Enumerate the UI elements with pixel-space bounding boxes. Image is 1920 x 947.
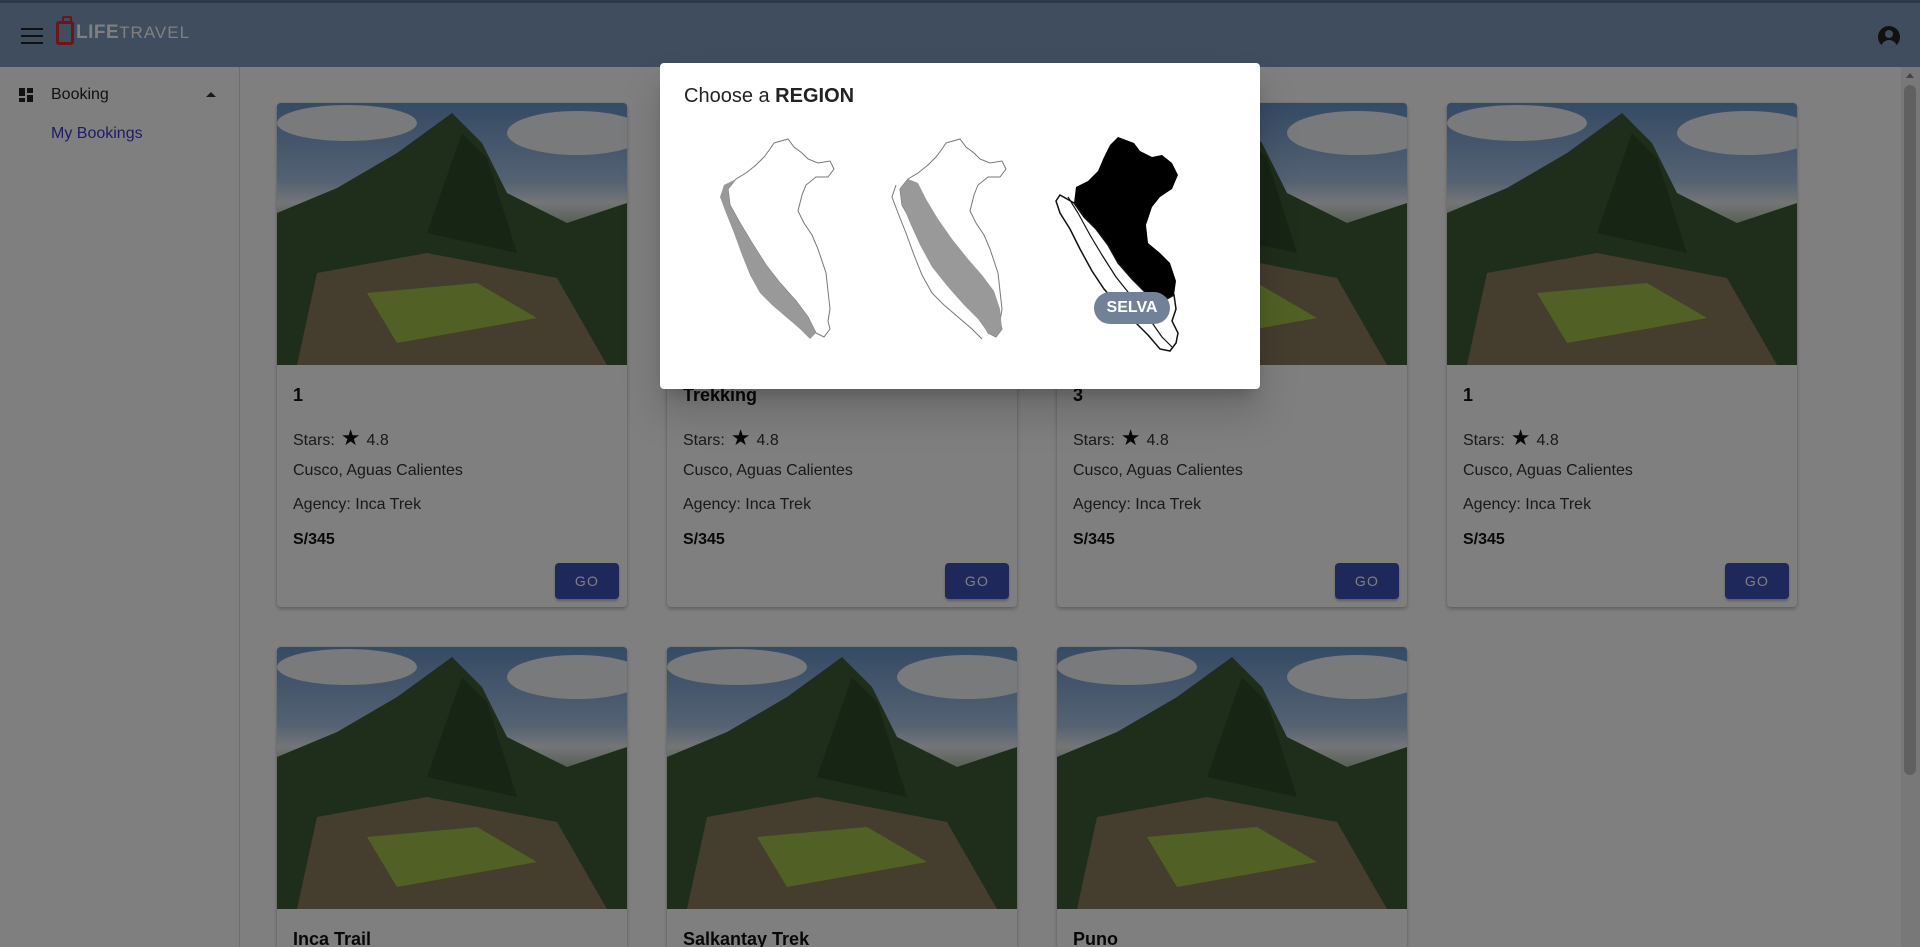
dialog-title-strong: REGION: [775, 85, 855, 107]
selva-region-label: SELVA: [1094, 292, 1170, 324]
costa-region[interactable]: [710, 133, 880, 363]
sierra-region[interactable]: [882, 133, 1052, 363]
selva-region[interactable]: [1048, 133, 1218, 363]
region-dialog: Choose a REGION SELVA: [660, 63, 1260, 389]
dialog-title: Choose a REGION: [684, 85, 854, 108]
dialog-title-prefix: Choose a: [684, 85, 776, 107]
